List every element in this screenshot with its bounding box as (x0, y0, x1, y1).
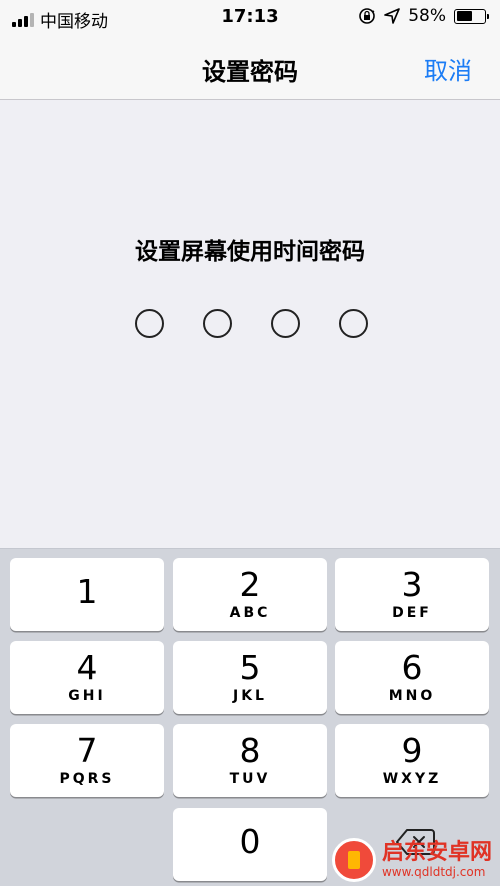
key-9[interactable]: 9 WXYZ (335, 724, 489, 797)
key-digit: 5 (239, 648, 261, 687)
key-digit: 3 (401, 565, 423, 604)
passcode-dot (271, 309, 300, 338)
passcode-prompt: 设置屏幕使用时间密码 (135, 239, 365, 265)
key-digit: 1 (76, 572, 98, 611)
battery-icon (454, 8, 489, 24)
passcode-dot (203, 309, 232, 338)
battery-percent: 58% (408, 6, 446, 26)
key-1[interactable]: 1 (10, 558, 164, 631)
key-4[interactable]: 4 GHI (10, 641, 164, 714)
key-digit: 0 (239, 822, 261, 861)
passcode-dots (135, 309, 368, 338)
key-2[interactable]: 2 ABC (173, 558, 327, 631)
status-right: 58% (358, 6, 489, 26)
key-3[interactable]: 3 DEF (335, 558, 489, 631)
location-icon (384, 8, 401, 24)
orientation-lock-icon (359, 8, 376, 24)
passcode-dot (339, 309, 368, 338)
key-0[interactable]: 0 (173, 808, 327, 881)
key-6[interactable]: 6 MNO (335, 641, 489, 714)
watermark-logo-icon (331, 838, 376, 882)
key-letters: PQRS (59, 771, 115, 787)
nav-bar: 设置密码 取消 (0, 36, 500, 100)
watermark-name: 启东安卓网 (381, 840, 492, 865)
key-letters: TUV (229, 771, 271, 787)
key-digit: 2 (239, 565, 261, 604)
key-letters: GHI (68, 688, 106, 704)
watermark-url: www.qdldtdj.com (381, 865, 486, 879)
status-bar: 中国移动 17:13 58% (0, 0, 500, 36)
key-letters: DEF (392, 605, 432, 621)
key-letters: ABC (229, 605, 271, 621)
battery-fill (456, 11, 473, 21)
site-watermark: 启东安卓网 www.qdldtdj.com (331, 838, 492, 882)
key-letters: JKL (233, 688, 267, 704)
passcode-dot (135, 309, 164, 338)
key-5[interactable]: 5 JKL (173, 641, 327, 714)
key-digit: 8 (239, 731, 261, 770)
key-8[interactable]: 8 TUV (173, 724, 327, 797)
key-letters: MNO (388, 688, 436, 704)
key-7[interactable]: 7 PQRS (10, 724, 164, 797)
key-digit: 9 (401, 731, 423, 770)
cancel-button[interactable]: 取消 (424, 51, 472, 86)
key-digit: 7 (76, 731, 98, 770)
key-digit: 6 (401, 648, 423, 687)
key-letters: WXYZ (382, 771, 442, 787)
key-digit: 4 (76, 648, 98, 687)
